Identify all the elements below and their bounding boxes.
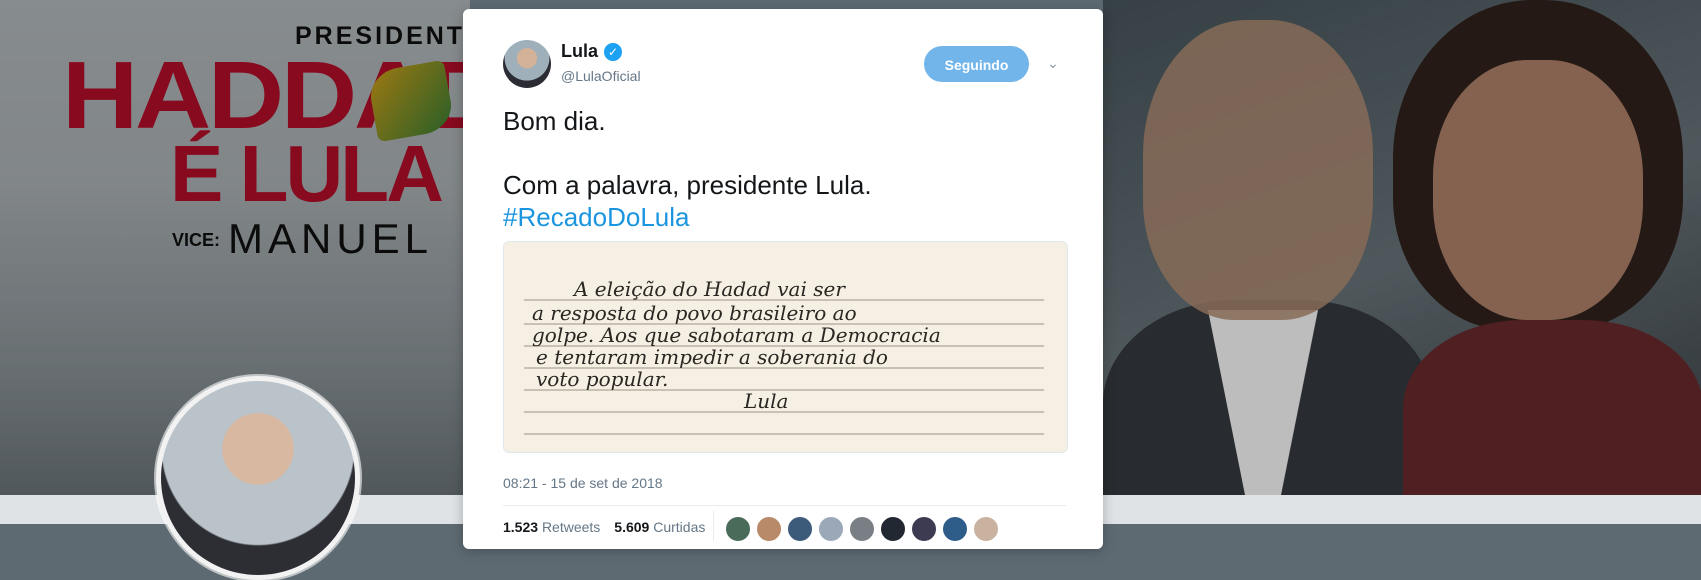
liker-avatar[interactable]: [818, 516, 844, 542]
likers-avatar-list: [725, 516, 999, 542]
tweet-media-image[interactable]: A eleição do Hadad vai ser a resposta do …: [503, 241, 1068, 453]
liker-avatar[interactable]: [911, 516, 937, 542]
liker-avatar[interactable]: [849, 516, 875, 542]
tweet-text-spacer: [503, 137, 1073, 169]
tweet-timestamp[interactable]: 08:21 - 15 de set de 2018: [503, 475, 663, 491]
divider: [503, 505, 1066, 506]
tweet-author-avatar[interactable]: [503, 40, 551, 88]
author-handle[interactable]: @LulaOficial: [561, 68, 641, 84]
retweets-stat[interactable]: 1.523 Retweets: [503, 519, 600, 535]
author-display-name[interactable]: Lula: [561, 41, 598, 62]
retweets-count: 1.523: [503, 519, 539, 535]
handwriting-line: Lula: [743, 389, 788, 413]
chevron-down-icon[interactable]: ⌄: [1043, 54, 1063, 74]
liker-avatar[interactable]: [973, 516, 999, 542]
following-button[interactable]: Seguindo: [924, 46, 1029, 82]
likes-stat[interactable]: 5.609 Curtidas: [614, 519, 705, 535]
handwriting-line: voto popular.: [536, 367, 668, 391]
liker-avatar[interactable]: [756, 516, 782, 542]
profile-avatar[interactable]: [156, 376, 360, 580]
author-name-row[interactable]: Lula ✓: [561, 41, 623, 62]
profile-avatar-image: [161, 381, 355, 575]
handwriting-line: e tentaram impedir a soberania do: [536, 345, 888, 369]
tweet-modal: Lula ✓ @LulaOficial Seguindo ⌄ Bom dia. …: [463, 9, 1103, 549]
handwriting-line: golpe. Aos que sabotaram a Democracia: [532, 323, 941, 347]
handwriting-line: a resposta do povo brasileiro ao: [532, 301, 857, 325]
retweets-label: Retweets: [541, 519, 601, 535]
liker-avatar[interactable]: [880, 516, 906, 542]
tweet-text-line: Com a palavra, presidente Lula.: [503, 170, 872, 200]
tweet-text: Bom dia. Com a palavra, presidente Lula.…: [503, 105, 1073, 233]
handwriting-line: A eleição do Hadad vai ser: [572, 277, 846, 301]
modal-backdrop-right[interactable]: [1103, 0, 1701, 524]
liker-avatar[interactable]: [787, 516, 813, 542]
tweet-text-line: Bom dia.: [503, 106, 606, 136]
tweet-stats: 1.523 Retweets 5.609 Curtidas: [503, 519, 705, 535]
liker-avatar[interactable]: [725, 516, 751, 542]
liker-avatar[interactable]: [942, 516, 968, 542]
hashtag-link[interactable]: #RecadoDoLula: [503, 202, 689, 232]
header-banner-right: [1103, 0, 1701, 524]
handwritten-note-image: A eleição do Hadad vai sera resposta do …: [504, 242, 1067, 452]
likes-count: 5.609: [614, 519, 650, 535]
likes-label: Curtidas: [653, 519, 706, 535]
stats-divider: [713, 511, 714, 541]
verified-badge-icon: ✓: [604, 42, 623, 61]
